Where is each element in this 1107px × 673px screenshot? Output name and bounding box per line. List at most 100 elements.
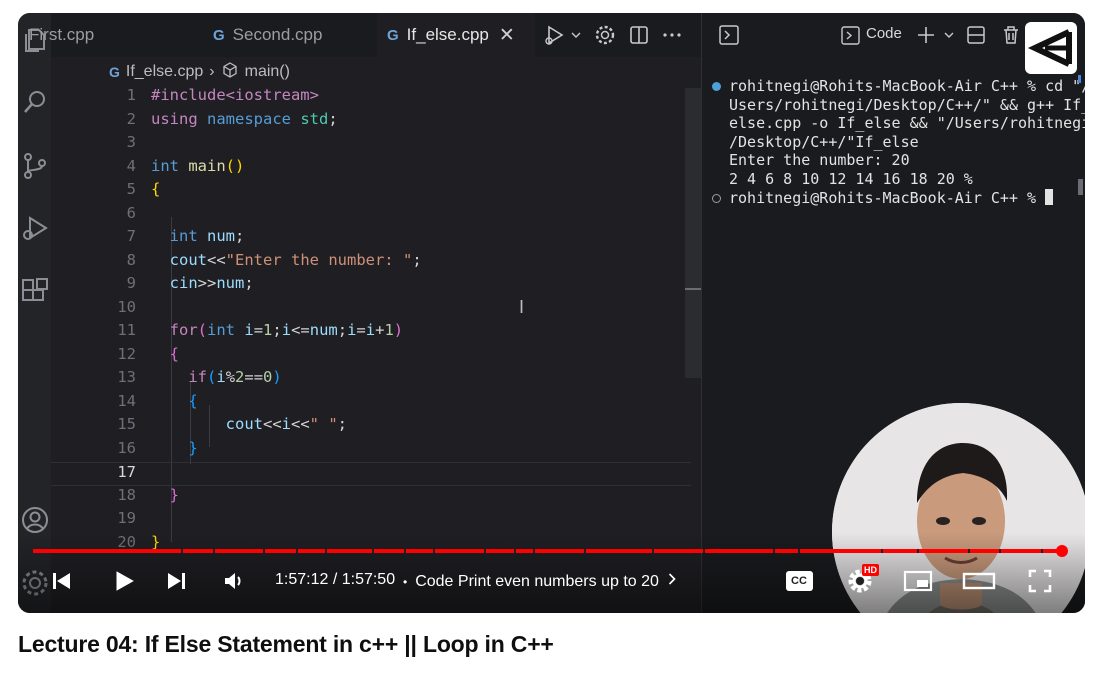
- code-token: <=: [291, 321, 310, 339]
- trash-icon[interactable]: [1000, 24, 1022, 46]
- account-icon[interactable]: [20, 505, 50, 535]
- line-number: 4: [126, 156, 136, 175]
- tab-label: First.cpp: [29, 25, 95, 44]
- line-number: 15: [117, 415, 136, 433]
- code-token: ;: [337, 415, 348, 433]
- editor-scrollbar[interactable]: [685, 88, 701, 378]
- code-editor[interactable]: First.cpp G Second.cpp G If_else.cpp ✕ G…: [29, 13, 701, 613]
- code-line[interactable]: 13 if(i%2==0): [51, 368, 691, 392]
- code-token: using: [151, 109, 207, 128]
- code-token: num: [309, 321, 338, 339]
- captions-icon[interactable]: CC: [785, 566, 813, 596]
- code-token: num: [207, 227, 235, 245]
- chapter-title[interactable]: • Code Print even numbers up to 20: [403, 571, 677, 592]
- close-tab-icon[interactable]: ✕: [499, 24, 515, 47]
- cube-icon: [221, 61, 239, 84]
- code-token: #include<iostream>: [151, 86, 319, 104]
- run-debug-icon[interactable]: [20, 213, 50, 243]
- split-terminal-icon[interactable]: [965, 24, 987, 46]
- code-token: num: [216, 274, 245, 292]
- code-token: {: [151, 180, 161, 198]
- code-line[interactable]: 3: [51, 133, 691, 157]
- code-line[interactable]: 19: [51, 509, 691, 533]
- code-line[interactable]: 18 }: [51, 486, 691, 510]
- line-number: 16: [117, 438, 136, 457]
- terminal-line: 2 4 6 8 10 12 14 16 18 20 %: [712, 170, 973, 188]
- search-icon[interactable]: [20, 87, 50, 117]
- split-editor-icon[interactable]: [628, 24, 650, 46]
- code-line[interactable]: 16 }: [51, 439, 691, 463]
- code-line[interactable]: 9 cin>>num;: [51, 274, 691, 298]
- code-line[interactable]: 8 cout<<"Enter the number: ";: [51, 251, 691, 275]
- miniplayer-icon[interactable]: [902, 566, 934, 596]
- tab-second-cpp[interactable]: G Second.cpp: [203, 13, 367, 57]
- settings-icon[interactable]: HD: [845, 564, 879, 596]
- tab-label: If_else.cpp: [406, 25, 489, 44]
- code-line[interactable]: 17: [51, 462, 691, 486]
- line-number: 18: [117, 485, 136, 504]
- code-line[interactable]: 6: [51, 204, 691, 228]
- volume-icon[interactable]: [221, 566, 247, 596]
- line-number: 7: [126, 227, 136, 245]
- code-token: }: [151, 485, 179, 504]
- terminal-name-label[interactable]: Code: [866, 25, 902, 42]
- code-text: {: [151, 345, 179, 363]
- theater-icon[interactable]: [962, 566, 996, 596]
- code-line[interactable]: 10: [51, 298, 691, 322]
- plus-icon[interactable]: [915, 24, 937, 46]
- terminal-icon[interactable]: [718, 24, 740, 46]
- chevron-down-icon[interactable]: [565, 24, 581, 46]
- chapter-marker: [296, 549, 298, 553]
- code-line[interactable]: 5{: [51, 180, 691, 204]
- code-line[interactable]: 11 for(int i=1;i<=num;i=i+1): [51, 321, 691, 345]
- code-line[interactable]: 15 cout<<i<<" ";: [51, 415, 691, 439]
- terminal-line-text: /Desktop/C++/"If_else: [729, 132, 919, 151]
- next-icon[interactable]: [164, 566, 190, 596]
- tab-if-else-cpp[interactable]: G If_else.cpp ✕: [377, 13, 535, 57]
- line-number: 9: [126, 274, 136, 292]
- mouse-ibeam-icon: I: [519, 297, 525, 317]
- fullscreen-icon[interactable]: [1025, 566, 1055, 596]
- code-line[interactable]: 7 int num;: [51, 227, 691, 251]
- run-icon[interactable]: [543, 24, 565, 46]
- code-token: (: [197, 321, 208, 339]
- line-number: 3: [126, 133, 136, 151]
- code-token: i: [216, 368, 226, 386]
- settings-gear-icon[interactable]: [594, 24, 616, 46]
- code-terminal-icon[interactable]: [840, 24, 862, 46]
- code-line[interactable]: 2 using namespace std;: [51, 110, 691, 134]
- code-line[interactable]: 4 int main(): [51, 157, 691, 181]
- code-token: i: [365, 321, 376, 339]
- breadcrumb-file[interactable]: If_else.cpp: [126, 63, 203, 81]
- code-token: (: [207, 368, 217, 386]
- code-token: ;: [272, 321, 282, 339]
- code-token: ==: [244, 368, 264, 386]
- chapter-label: Code Print even numbers up to 20: [415, 572, 659, 590]
- previous-icon[interactable]: [48, 566, 74, 596]
- code-text: cout<<"Enter the number: ";: [151, 251, 422, 269]
- code-token: int: [151, 227, 207, 245]
- video-title[interactable]: Lecture 04: If Else Statement in c++ || …: [18, 631, 554, 658]
- code-token: ): [393, 321, 404, 339]
- breadcrumb-symbol[interactable]: main(): [245, 63, 290, 81]
- progress-bar[interactable]: [33, 545, 1069, 557]
- code-token: cout: [151, 250, 207, 269]
- code-line[interactable]: 14 {: [51, 392, 691, 416]
- terminal-line: Users/rohitnegi/Desktop/C++/" && g++ If_: [712, 96, 1085, 114]
- chevron-down-icon[interactable]: [938, 24, 954, 46]
- code-line[interactable]: 12 {: [51, 345, 691, 369]
- code-token: >>: [197, 274, 217, 292]
- terminal-scrollbar[interactable]: [1078, 179, 1083, 195]
- code-line[interactable]: 1 #include<iostream>: [51, 86, 691, 110]
- chapter-marker: [213, 549, 215, 553]
- source-control-icon[interactable]: [20, 151, 50, 181]
- more-icon[interactable]: [661, 24, 683, 46]
- play-icon[interactable]: [108, 566, 138, 596]
- extensions-icon[interactable]: [20, 277, 50, 307]
- channel-logo[interactable]: [1025, 22, 1077, 74]
- tab-first-cpp[interactable]: First.cpp: [29, 13, 191, 57]
- code-token: i: [281, 321, 292, 339]
- terminal-line-text: Enter the number: 20: [729, 151, 910, 170]
- video-player[interactable]: First.cpp G Second.cpp G If_else.cpp ✕ G…: [18, 13, 1085, 613]
- scrollbar-thumb[interactable]: [685, 288, 701, 290]
